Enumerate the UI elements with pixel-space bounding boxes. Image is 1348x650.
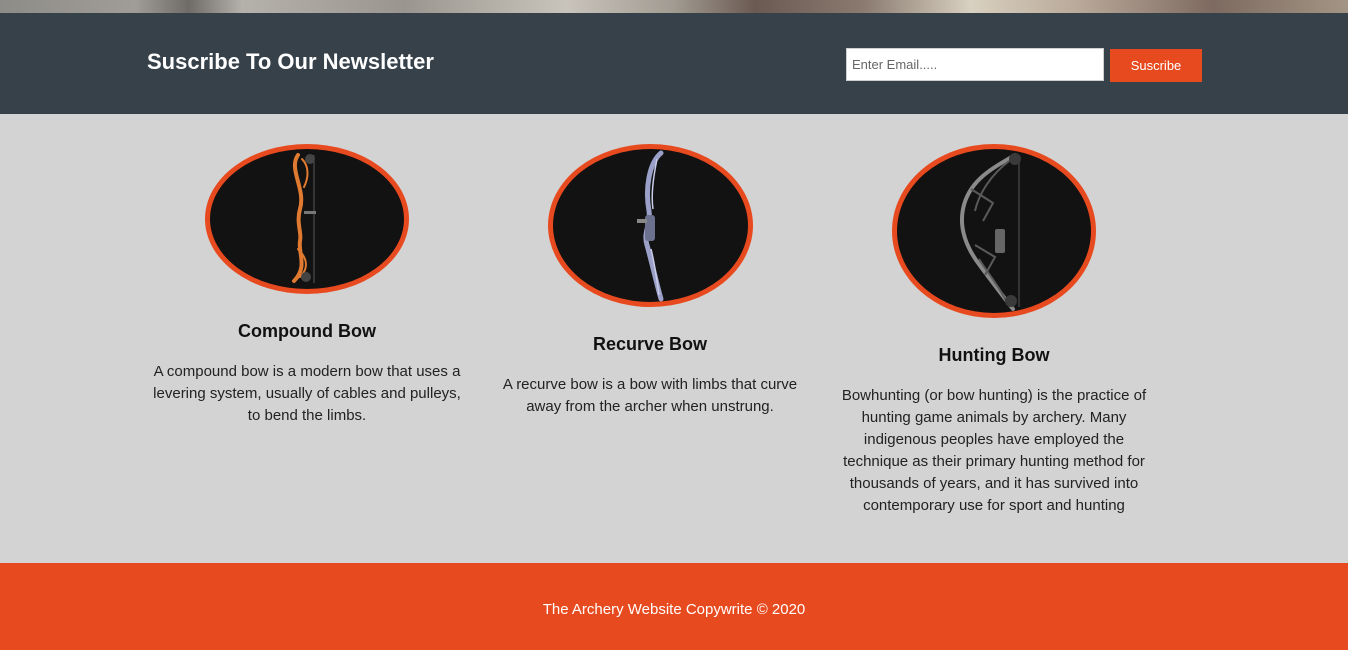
hunting-bow-image [892,144,1096,318]
footer: The Archery Website Copywrite © 2020 [0,563,1348,650]
hero-image-strip [0,0,1348,13]
footer-copyright: The Archery Website Copywrite © 2020 [542,601,806,618]
card-hunting-bow: Hunting Bow Bowhunting (or bow hunting) … [834,144,1154,524]
card-description: A compound bow is a modern bow that uses… [153,363,461,424]
card-title: Recurve Bow [592,334,708,354]
email-input[interactable] [846,48,1104,81]
card-compound-bow: Compound Bow A compound bow is a modern … [147,144,467,444]
hunting-bow-icon [960,153,1021,311]
recurve-bow-icon [637,150,664,302]
compound-bow-image [205,144,409,294]
card-title: Hunting Bow [938,345,1050,365]
recurve-bow-image [548,144,753,307]
compound-bow-icon [292,153,316,283]
card-description: A recurve bow is a bow with limbs that c… [502,376,798,415]
newsletter-title: Suscribe To Our Newsletter [147,49,434,74]
newsletter-bar: Suscribe To Our Newsletter Suscribe [0,13,1348,114]
card-description: Bowhunting (or bow hunting) is the pract… [841,387,1147,514]
card-title: Compound Bow [238,321,376,341]
subscribe-button[interactable]: Suscribe [1110,49,1202,82]
card-recurve-bow: Recurve Bow A recurve bow is a bow with … [490,144,810,444]
